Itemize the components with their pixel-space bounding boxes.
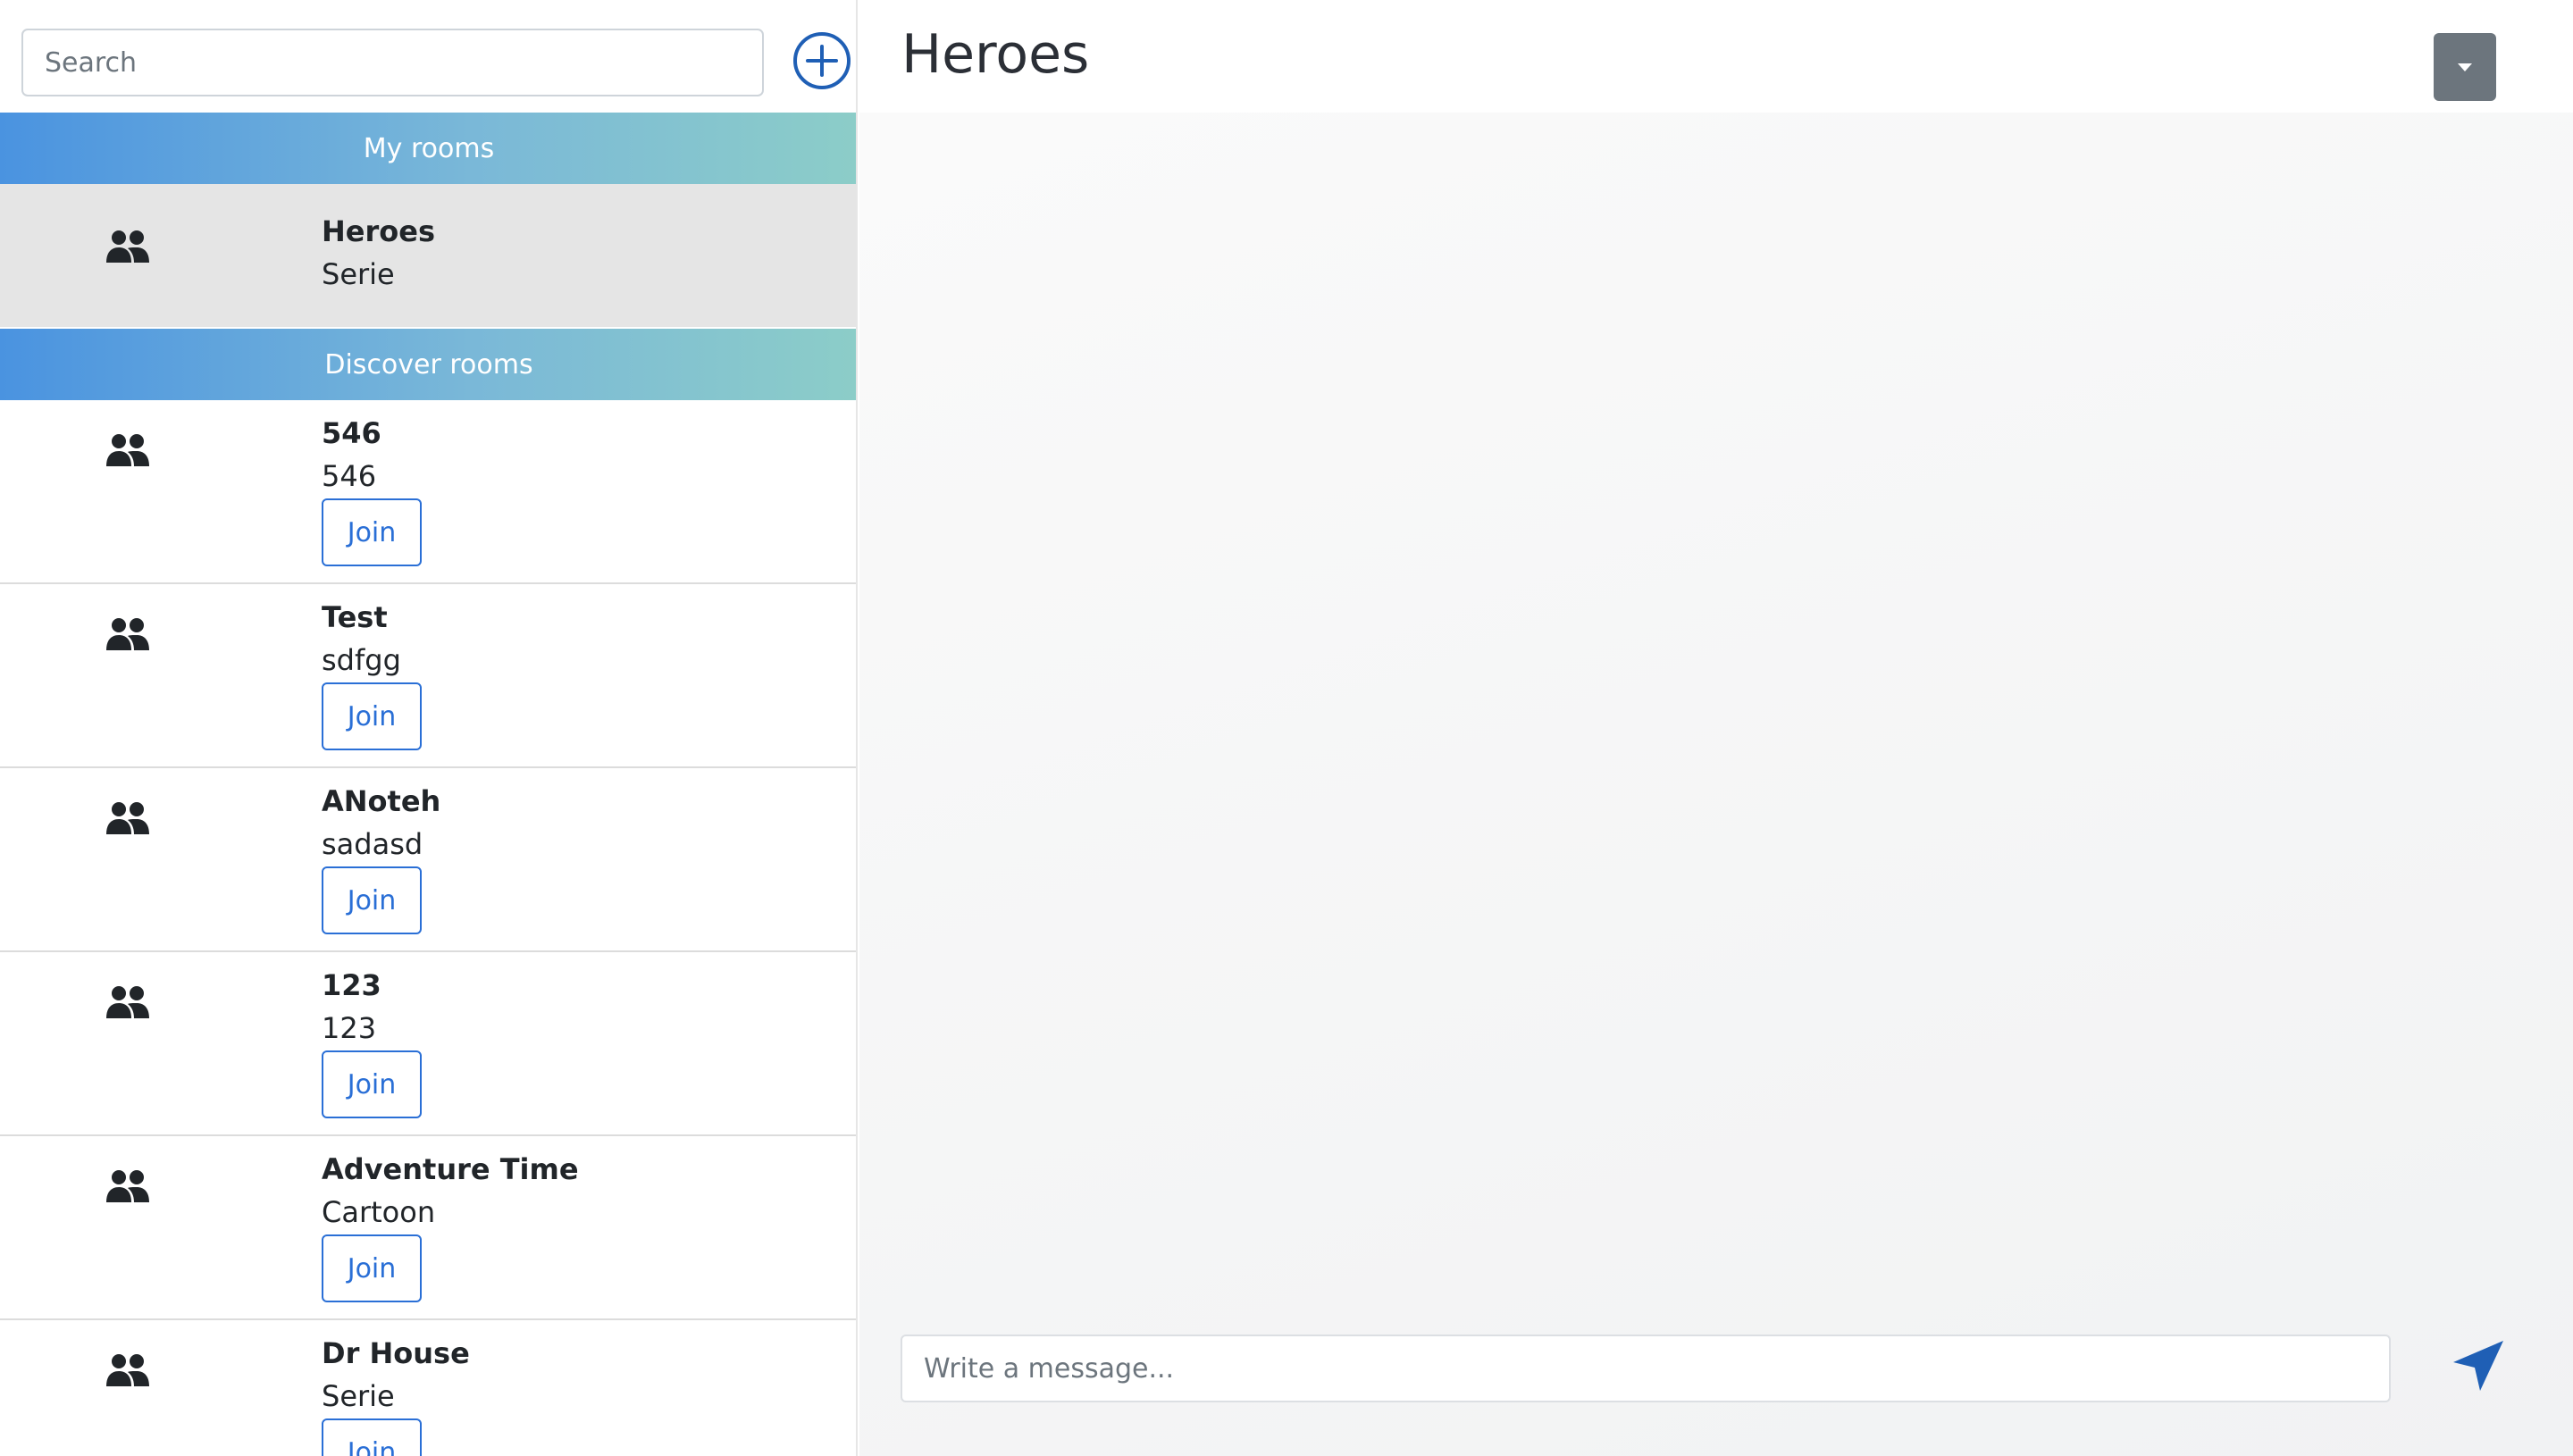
join-button[interactable]: Join	[322, 1050, 422, 1118]
room-description: sadasd	[322, 827, 423, 861]
users-icon	[105, 1168, 151, 1204]
room-description: Serie	[322, 1379, 395, 1413]
discover-room-item: Adventure Time Cartoon Join	[0, 1136, 856, 1320]
users-icon	[105, 984, 151, 1020]
room-name: 546	[322, 416, 381, 450]
discover-room-item: 123 123 Join	[0, 952, 856, 1136]
search-input[interactable]	[21, 29, 764, 96]
room-description: 546	[322, 459, 377, 493]
plus-circle-icon	[793, 32, 851, 89]
add-room-button[interactable]	[792, 31, 851, 90]
room-description: Serie	[322, 257, 395, 291]
room-name: Dr House	[322, 1336, 470, 1370]
room-name: Heroes	[322, 214, 435, 248]
room-name: ANoteh	[322, 784, 441, 818]
room-name: 123	[322, 968, 381, 1002]
chat-header: Heroes	[859, 0, 2573, 113]
join-button[interactable]: Join	[322, 498, 422, 566]
users-icon	[105, 229, 151, 264]
users-icon	[105, 432, 151, 468]
caret-down-icon	[2458, 63, 2472, 71]
discover-rooms-header: Discover rooms	[0, 329, 856, 400]
chat-app: My rooms Heroes Serie Discover rooms	[0, 0, 2573, 1456]
discover-room-item: Test sdfgg Join	[0, 584, 856, 768]
room-menu-button[interactable]	[2434, 33, 2496, 101]
send-button[interactable]	[2450, 1335, 2512, 1397]
sidebar: My rooms Heroes Serie Discover rooms	[0, 0, 858, 1456]
discover-rooms-label: Discover rooms	[324, 348, 533, 381]
message-list	[859, 113, 2573, 1456]
room-description: sdfgg	[322, 643, 401, 677]
chat-panel: Heroes	[859, 0, 2573, 1456]
my-rooms-label: My rooms	[363, 132, 495, 164]
my-rooms-header: My rooms	[0, 113, 856, 184]
discover-room-item: Dr House Serie Join	[0, 1320, 856, 1456]
send-arrow-icon	[2453, 1341, 2503, 1391]
join-button[interactable]: Join	[322, 866, 422, 934]
search-bar	[0, 0, 856, 111]
room-name: Test	[322, 600, 388, 634]
room-name: Adventure Time	[322, 1152, 579, 1186]
users-icon	[105, 1352, 151, 1388]
room-title: Heroes	[901, 23, 1090, 86]
discover-room-item: ANoteh sadasd Join	[0, 768, 856, 952]
join-button[interactable]: Join	[322, 682, 422, 750]
join-button[interactable]: Join	[322, 1234, 422, 1302]
room-description: 123	[322, 1011, 377, 1045]
join-button[interactable]: Join	[322, 1418, 422, 1456]
room-description: Cartoon	[322, 1195, 436, 1229]
message-input[interactable]	[901, 1335, 2391, 1402]
my-room-item-heroes[interactable]: Heroes Serie	[0, 184, 856, 327]
users-icon	[105, 800, 151, 836]
discover-room-item: 546 546 Join	[0, 400, 856, 584]
users-icon	[105, 616, 151, 652]
